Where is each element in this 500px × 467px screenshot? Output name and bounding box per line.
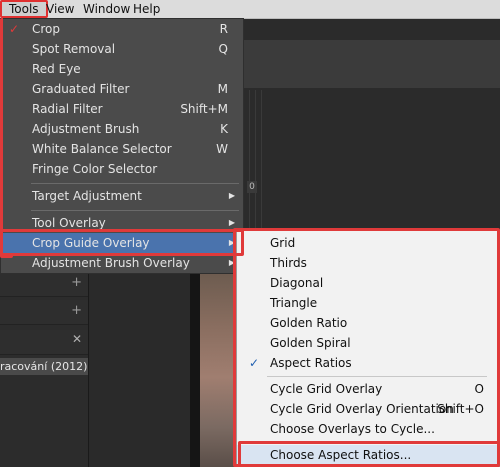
menu-item-label: Fringe Color Selector (32, 162, 158, 176)
menu-item-shortcut: W (216, 142, 228, 156)
menu-item-shortcut: M (217, 82, 228, 96)
menu-item-label: Cycle Grid Overlay Orientation (270, 402, 454, 416)
checkmark-icon: ✓ (9, 22, 20, 36)
menu-item-radial-filter[interactable]: Radial Filter Shift+M (1, 99, 243, 119)
menu-item-shortcut: R (219, 22, 228, 36)
submenu-item-cycle-grid-overlay[interactable]: Cycle Grid Overlay O (237, 379, 499, 399)
menu-item-label: Golden Ratio (270, 316, 348, 330)
menu-item-label: Cycle Grid Overlay (270, 382, 383, 396)
panel-header-row[interactable]: + (0, 300, 88, 325)
submenu-arrow-icon: ▶ (228, 191, 235, 200)
submenu-item-diagonal[interactable]: Diagonal (237, 273, 499, 293)
menu-item-crop[interactable]: ✓ Crop R (1, 19, 243, 39)
menu-separator (31, 183, 239, 184)
add-icon[interactable]: + (71, 303, 82, 318)
menu-item-white-balance-selector[interactable]: White Balance Selector W (1, 139, 243, 159)
menu-item-shortcut: Shift+O (437, 402, 484, 416)
menu-item-label: Crop (32, 22, 61, 36)
menu-item-label: Choose Aspect Ratios... (270, 448, 412, 462)
menu-item-label: Thirds (270, 256, 307, 270)
submenu-item-grid[interactable]: Grid (237, 233, 499, 253)
menu-item-label: Choose Overlays to Cycle... (270, 422, 435, 436)
submenu-arrow-icon: ▶ (228, 218, 235, 227)
menu-item-red-eye[interactable]: Red Eye (1, 59, 243, 79)
menu-item-fringe-color-selector[interactable]: Fringe Color Selector (1, 159, 243, 179)
menu-item-shortcut: K (220, 122, 228, 136)
menu-item-adjustment-brush-overlay[interactable]: Adjustment Brush Overlay ▶ (1, 253, 243, 273)
submenu-item-golden-spiral[interactable]: Golden Spiral (237, 333, 499, 353)
menu-item-label: Diagonal (270, 276, 324, 290)
menu-bar: Tools View Window Help (0, 0, 500, 19)
crop-guide-overlay-submenu: Grid Thirds Diagonal Triangle Golden Rat… (236, 230, 500, 467)
menu-item-label: Target Adjustment (32, 189, 142, 203)
submenu-arrow-icon: ▶ (228, 258, 235, 267)
menu-item-label: Tool Overlay (32, 216, 106, 230)
menu-item-label: Golden Spiral (270, 336, 351, 350)
menu-separator (267, 442, 487, 443)
menu-item-label: Spot Removal (32, 42, 116, 56)
panel-divider (190, 272, 200, 467)
menu-item-label: Graduated Filter (32, 82, 130, 96)
submenu-item-triangle[interactable]: Triangle (237, 293, 499, 313)
menu-item-graduated-filter[interactable]: Graduated Filter M (1, 79, 243, 99)
menu-item-shortcut: O (474, 382, 484, 396)
tools-menu: ✓ Crop R Spot Removal Q Red Eye Graduate… (0, 18, 244, 274)
submenu-item-aspect-ratios[interactable]: ✓ Aspect Ratios (237, 353, 499, 373)
menu-item-tool-overlay[interactable]: Tool Overlay ▶ (1, 213, 243, 233)
menu-item-label: Crop Guide Overlay (32, 236, 150, 250)
menu-help[interactable]: Help (126, 0, 167, 18)
filmstrip-lines (243, 90, 265, 230)
menu-item-crop-guide-overlay[interactable]: Crop Guide Overlay ▶ (1, 233, 243, 253)
menu-item-label: Grid (270, 236, 296, 250)
toolbar-strip (243, 40, 500, 88)
menu-item-label: Adjustment Brush (32, 122, 140, 136)
menu-item-shortcut: Q (218, 42, 228, 56)
close-icon[interactable]: ✕ (72, 332, 82, 346)
submenu-item-cycle-grid-overlay-orientation[interactable]: Cycle Grid Overlay Orientation Shift+O (237, 399, 499, 419)
menu-item-target-adjustment[interactable]: Target Adjustment ▶ (1, 186, 243, 206)
menu-item-label: White Balance Selector (32, 142, 172, 156)
panel-header-row[interactable]: ✕ (0, 330, 88, 355)
collection-item[interactable]: racování (2012) (0, 358, 88, 375)
submenu-item-golden-ratio[interactable]: Golden Ratio (237, 313, 499, 333)
submenu-item-thirds[interactable]: Thirds (237, 253, 499, 273)
menu-item-label: Adjustment Brush Overlay (32, 256, 190, 270)
menu-item-shortcut: Shift+M (180, 102, 228, 116)
background-number: 0 (247, 181, 257, 193)
menu-item-label: Triangle (270, 296, 318, 310)
menu-item-spot-removal[interactable]: Spot Removal Q (1, 39, 243, 59)
menu-item-adjustment-brush[interactable]: Adjustment Brush K (1, 119, 243, 139)
menu-separator (267, 376, 487, 377)
checkmark-icon: ✓ (249, 356, 260, 370)
submenu-item-choose-aspect-ratios[interactable]: Choose Aspect Ratios... (237, 445, 499, 465)
add-icon[interactable]: + (71, 275, 82, 290)
panel-header-row[interactable]: + (0, 272, 88, 297)
menu-item-label: Aspect Ratios (270, 356, 352, 370)
submenu-arrow-icon: ▶ (228, 238, 235, 247)
menu-item-label: Red Eye (32, 62, 81, 76)
submenu-item-choose-overlays-to-cycle[interactable]: Choose Overlays to Cycle... (237, 419, 499, 439)
menu-item-label: Radial Filter (32, 102, 103, 116)
menu-separator (31, 210, 239, 211)
